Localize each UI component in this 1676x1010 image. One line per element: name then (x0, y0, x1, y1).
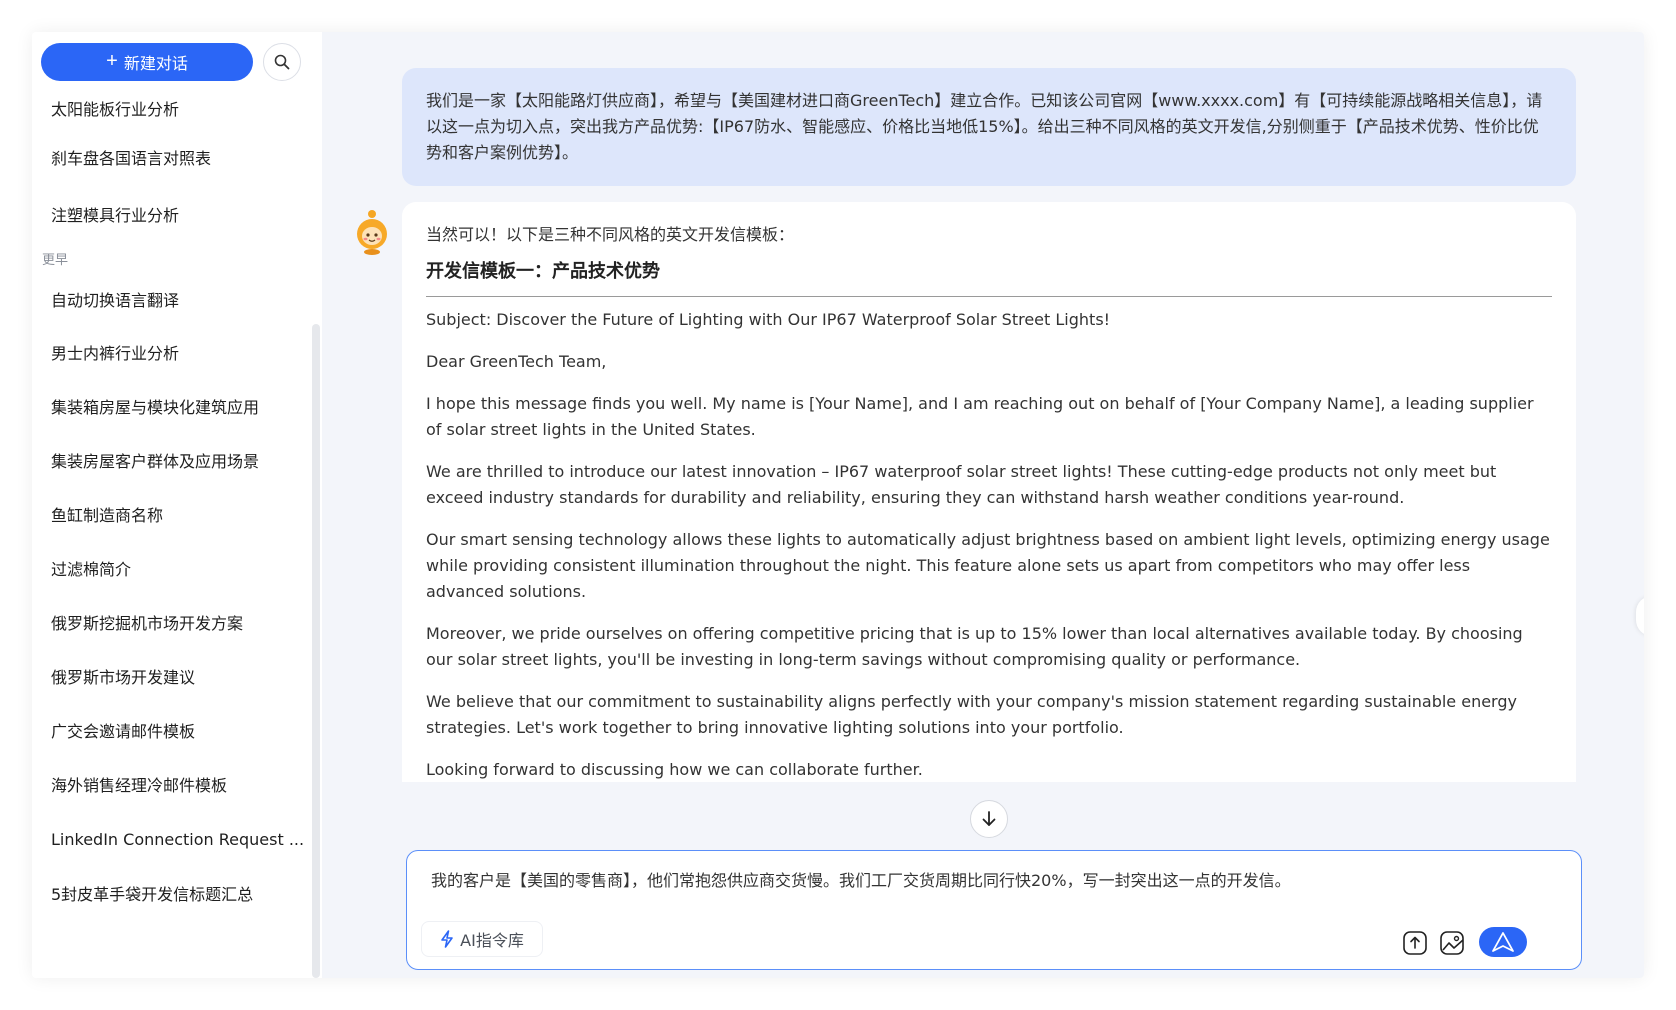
message-input[interactable] (431, 869, 1551, 893)
history-item[interactable]: 俄罗斯挖掘机市场开发方案 (32, 595, 310, 649)
sidebar: + 新建对话 太阳能板行业分析 刹车盘各国语言对照表 注塑模具行业分析 更早 自… (32, 32, 322, 978)
email-paragraph: Dear GreenTech Team, (426, 352, 607, 371)
history-item[interactable]: 太阳能板行业分析 (32, 88, 310, 128)
plus-icon: + (106, 50, 118, 72)
app-window: + 新建对话 太阳能板行业分析 刹车盘各国语言对照表 注塑模具行业分析 更早 自… (32, 32, 1644, 978)
new-chat-button[interactable]: + 新建对话 (41, 43, 253, 81)
history-item[interactable]: 俄罗斯市场开发建议 (32, 649, 310, 703)
assistant-avatar-icon (357, 210, 387, 255)
lightning-icon (441, 930, 453, 948)
email-paragraph: Looking forward to discussing how we can… (426, 760, 923, 779)
history-item[interactable]: 刹车盘各国语言对照表 (32, 128, 310, 186)
history-item[interactable]: 自动切换语言翻译 (32, 273, 310, 325)
user-message: 我们是一家【太阳能路灯供应商】，希望与【美国建材进口商GreenTech】建立合… (402, 68, 1576, 186)
ai-prompt-library-button[interactable]: AI指令库 (421, 921, 543, 957)
email-paragraph: I hope this message finds you well. My n… (426, 394, 1534, 439)
upload-file-button[interactable] (1401, 929, 1429, 957)
send-icon (1492, 932, 1514, 952)
ai-prompt-library-label: AI指令库 (460, 931, 524, 950)
main-panel: 我们是一家【太阳能路灯供应商】，希望与【美国建材进口商GreenTech】建立合… (322, 32, 1644, 978)
assistant-intro: 当然可以！以下是三种不同风格的英文开发信模板： (426, 225, 795, 244)
search-icon (274, 54, 290, 70)
history-item[interactable]: 广交会邀请邮件模板 (32, 703, 310, 757)
history-item[interactable]: 5封皮革手袋开发信标题汇总 (32, 867, 310, 919)
assistant-message: 当然可以！以下是三种不同风格的英文开发信模板： 开发信模板一：产品技术优势 Su… (402, 202, 1576, 782)
search-button[interactable] (263, 43, 301, 81)
sidebar-scrollbar[interactable] (312, 324, 320, 978)
arrow-down-icon (982, 811, 996, 826)
upload-image-button[interactable] (1438, 929, 1466, 957)
history-item[interactable]: 鱼缸制造商名称 (32, 487, 310, 541)
history-item[interactable]: 海外销售经理冷邮件模板 (32, 757, 310, 811)
history-item[interactable]: 注塑模具行业分析 (32, 186, 310, 244)
message-composer: AI指令库 (406, 850, 1582, 970)
chat-history-list: 太阳能板行业分析 刹车盘各国语言对照表 注塑模具行业分析 更早 自动切换语言翻译… (32, 88, 310, 919)
history-item[interactable]: 过滤棉简介 (32, 541, 310, 595)
email-paragraph: We believe that our commitment to sustai… (426, 692, 1517, 737)
assistant-heading: 开发信模板一：产品技术优势 (426, 258, 1552, 297)
chat-area: 我们是一家【太阳能路灯供应商】，希望与【美国建材进口商GreenTech】建立合… (322, 32, 1644, 782)
scroll-to-bottom-button[interactable] (970, 800, 1008, 838)
history-item[interactable]: 集装房屋客户群体及应用场景 (32, 433, 310, 487)
new-chat-label: 新建对话 (123, 56, 188, 73)
email-subject: Subject: Discover the Future of Lighting… (426, 310, 1111, 329)
email-paragraph: We are thrilled to introduce our latest … (426, 462, 1497, 507)
history-item[interactable]: LinkedIn Connection Request ... (32, 811, 310, 867)
history-item[interactable]: 集装箱房屋与模块化建筑应用 (32, 379, 310, 433)
email-paragraph: Moreover, we pride ourselves on offering… (426, 624, 1523, 669)
history-group-label: 更早 (42, 252, 69, 268)
image-icon (1440, 931, 1464, 955)
history-item[interactable]: 男士内裤行业分析 (32, 325, 310, 379)
email-paragraph: Our smart sensing technology allows thes… (426, 530, 1550, 601)
upload-icon (1403, 931, 1427, 955)
send-button[interactable] (1479, 927, 1527, 957)
